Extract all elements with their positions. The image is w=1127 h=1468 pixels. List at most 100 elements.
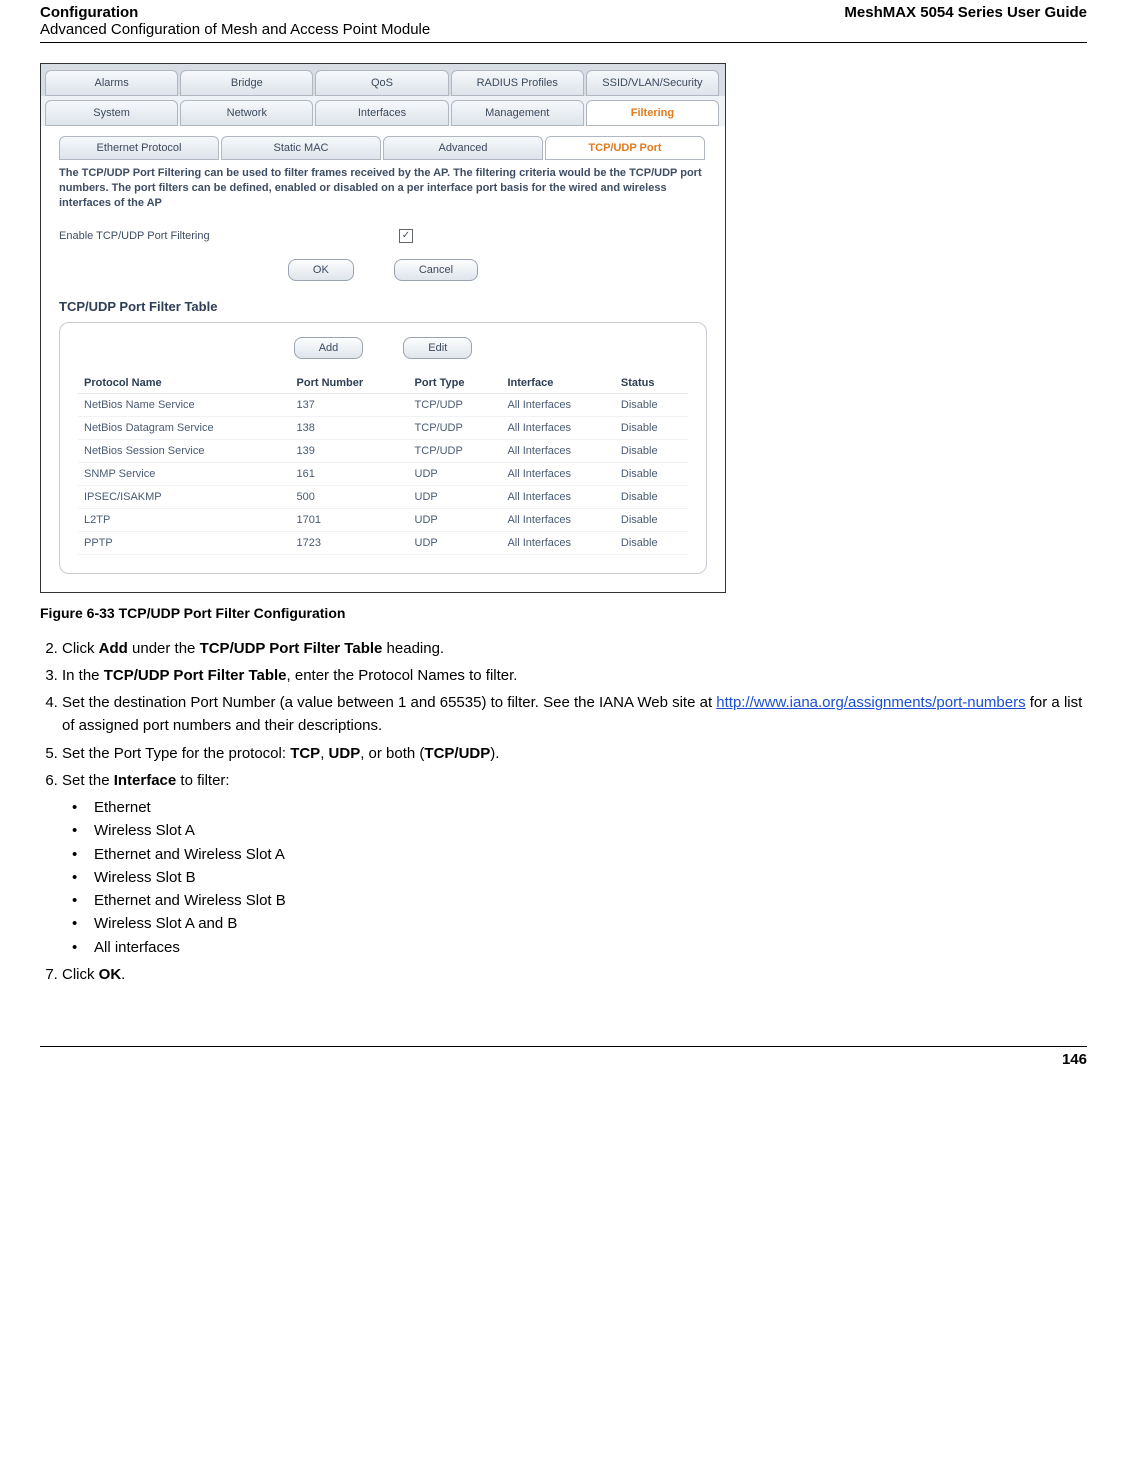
steps-list: Click Add under the TCP/UDP Port Filter … [40,637,1087,987]
top-tab-row: Alarms Bridge QoS RADIUS Profiles SSID/V… [41,64,725,96]
table-cell: All Interfaces [501,508,614,531]
table-cell: 137 [291,393,409,416]
table-row[interactable]: PPTP1723UDPAll InterfacesDisable [78,531,688,554]
text: . [121,966,125,983]
text-bold: UDP [329,745,361,762]
subtab-advanced[interactable]: Advanced [383,136,543,160]
text: In the [62,667,104,684]
table-cell: Disable [615,508,688,531]
tab-system[interactable]: System [45,100,178,126]
text: , [320,745,328,762]
table-row[interactable]: IPSEC/ISAKMP500UDPAll InterfacesDisable [78,485,688,508]
table-cell: L2TP [78,508,291,531]
step-7: Click OK. [62,963,1087,986]
table-cell: 161 [291,462,409,485]
cancel-button[interactable]: Cancel [394,259,478,281]
table-row[interactable]: NetBios Datagram Service138TCP/UDPAll In… [78,416,688,439]
text-bold: Add [99,640,128,657]
table-cell: NetBios Datagram Service [78,416,291,439]
table-cell: All Interfaces [501,485,614,508]
table-cell: TCP/UDP [409,416,502,439]
col-port-type: Port Type [409,373,502,394]
text: , enter the Protocol Names to filter. [287,667,518,684]
list-item: Ethernet and Wireless Slot B [72,889,1087,912]
text: Set the Port Type for the protocol: [62,745,290,762]
tab-ssid[interactable]: SSID/VLAN/Security [586,70,719,96]
subtab-tcpudp-port[interactable]: TCP/UDP Port [545,136,705,160]
text: to filter: [176,772,229,789]
table-cell: TCP/UDP [409,393,502,416]
table-cell: Disable [615,393,688,416]
enable-filtering-checkbox[interactable]: ✓ [399,229,413,243]
footer-rule [40,1046,1087,1047]
guide-name: MeshMAX 5054 Series User Guide [844,4,1087,21]
table-cell: All Interfaces [501,462,614,485]
table-cell: NetBios Name Service [78,393,291,416]
table-cell: UDP [409,485,502,508]
tab-interfaces[interactable]: Interfaces [315,100,448,126]
text-bold: TCP/UDP [424,745,490,762]
second-tab-row: System Network Interfaces Management Fil… [41,96,725,126]
table-cell: 1723 [291,531,409,554]
tab-network[interactable]: Network [180,100,313,126]
ok-button[interactable]: OK [288,259,354,281]
text-bold: Interface [114,772,177,789]
col-interface: Interface [501,373,614,394]
tab-qos[interactable]: QoS [315,70,448,96]
list-item: Wireless Slot B [72,866,1087,889]
table-cell: Disable [615,416,688,439]
text: under the [128,640,200,657]
table-section-title: TCP/UDP Port Filter Table [59,299,707,314]
text-bold: TCP/UDP Port Filter Table [104,667,287,684]
table-cell: TCP/UDP [409,439,502,462]
table-cell: UDP [409,462,502,485]
table-cell: Disable [615,439,688,462]
text: Set the destination Port Number (a value… [62,694,716,711]
page-title: Configuration [40,4,430,21]
tab-alarms[interactable]: Alarms [45,70,178,96]
text: Click [62,966,99,983]
table-cell: All Interfaces [501,439,614,462]
add-button[interactable]: Add [294,337,364,359]
text: Click [62,640,99,657]
subtab-ethernet-protocol[interactable]: Ethernet Protocol [59,136,219,160]
table-cell: All Interfaces [501,531,614,554]
table-row[interactable]: SNMP Service161UDPAll InterfacesDisable [78,462,688,485]
edit-button[interactable]: Edit [403,337,472,359]
text-bold: TCP [290,745,320,762]
subtab-static-mac[interactable]: Static MAC [221,136,381,160]
table-cell: UDP [409,508,502,531]
table-cell: SNMP Service [78,462,291,485]
table-cell: Disable [615,485,688,508]
table-cell: Disable [615,462,688,485]
table-cell: All Interfaces [501,393,614,416]
tab-management[interactable]: Management [451,100,584,126]
list-item: Wireless Slot A [72,819,1087,842]
step-3: In the TCP/UDP Port Filter Table, enter … [62,664,1087,687]
table-cell: NetBios Session Service [78,439,291,462]
step-5: Set the Port Type for the protocol: TCP,… [62,742,1087,765]
text: Set the [62,772,114,789]
text: ). [490,745,499,762]
step-6: Set the Interface to filter: EthernetWir… [62,769,1087,959]
table-row[interactable]: L2TP1701UDPAll InterfacesDisable [78,508,688,531]
table-row[interactable]: NetBios Session Service139TCP/UDPAll Int… [78,439,688,462]
sub-tab-row: Ethernet Protocol Static MAC Advanced TC… [59,136,707,160]
text-bold: OK [99,966,122,983]
table-cell: All Interfaces [501,416,614,439]
enable-filtering-label: Enable TCP/UDP Port Filtering [59,230,399,242]
table-row[interactable]: NetBios Name Service137TCP/UDPAll Interf… [78,393,688,416]
figure-caption: Figure 6-33 TCP/UDP Port Filter Configur… [40,605,1087,621]
page-number: 146 [40,1051,1087,1068]
tab-bridge[interactable]: Bridge [180,70,313,96]
tab-filtering[interactable]: Filtering [586,100,719,126]
table-cell: Disable [615,531,688,554]
table-cell: 500 [291,485,409,508]
iana-link[interactable]: http://www.iana.org/assignments/port-num… [716,694,1025,711]
screenshot-panel: Alarms Bridge QoS RADIUS Profiles SSID/V… [40,63,726,593]
list-item: All interfaces [72,936,1087,959]
tab-radius[interactable]: RADIUS Profiles [451,70,584,96]
table-cell: 1701 [291,508,409,531]
panel-description: The TCP/UDP Port Filtering can be used t… [59,166,707,211]
filter-table: Protocol Name Port Number Port Type Inte… [78,373,688,555]
